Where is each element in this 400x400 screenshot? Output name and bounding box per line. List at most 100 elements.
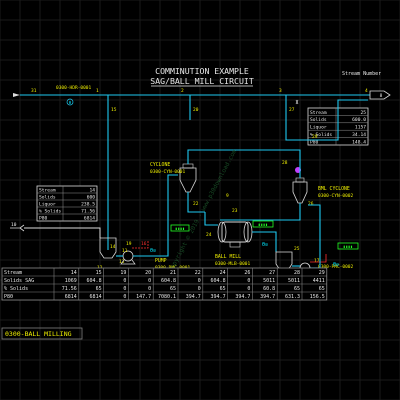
table-cell: 71.56: [62, 286, 77, 292]
stream-label-23: 23: [232, 208, 238, 214]
cyclone-label: CYCLONE: [150, 162, 170, 168]
stream-label-29: 29: [312, 134, 318, 140]
stream-label-24: 24: [206, 232, 212, 238]
info-box-label: Stream: [310, 110, 327, 116]
info-box-value: 6814: [84, 215, 95, 221]
ball-mill-meter-icon: Θ⊝: [262, 242, 268, 248]
hdr-tag: 0300-HDR-0001: [56, 85, 92, 91]
info-box-label: Solids: [310, 117, 327, 123]
sag-pump-run-icon: ▮▮▮▮: [175, 226, 185, 231]
table-header-cell: 27: [269, 270, 275, 276]
stream-label-25: 25: [294, 246, 300, 252]
table-header-cell: 19: [120, 270, 126, 276]
bml-pump-meter-icon: Θ⊝: [333, 262, 339, 268]
bml-sump[interactable]: [275, 251, 293, 271]
table-header-cell: 21: [170, 270, 176, 276]
bml-pump-run-icon: ▮▮▮▮: [343, 244, 353, 249]
table-cell: 7080.1: [158, 294, 176, 300]
table-cell: 631.3: [285, 294, 300, 300]
table-header-cell: 14: [71, 270, 77, 276]
ball-mill[interactable]: [217, 221, 253, 248]
table-header-cell: 24: [220, 270, 226, 276]
table-cell: 0: [198, 278, 201, 284]
table-cell: 6814: [65, 294, 77, 300]
table-cell: 0: [123, 286, 126, 292]
stream-label-3: 3: [279, 88, 282, 94]
info-box-value: 25: [360, 110, 366, 116]
pump-label: PUMP: [155, 258, 167, 264]
table-cell: 604.8: [87, 278, 102, 284]
stream-label-27: 27: [289, 107, 295, 113]
stream-label-11: 11: [122, 248, 128, 254]
table-row-label: Solids SAG: [4, 278, 34, 284]
info-box-label: Liquor: [310, 125, 327, 131]
info-box-value: 34.14: [352, 132, 366, 138]
table-row-label: % Solids: [4, 286, 28, 292]
table-cell: 394.7: [211, 294, 226, 300]
table-header-cell: 28: [294, 270, 300, 276]
info-box-value: 14: [89, 187, 95, 193]
pipe-mill-feed: [204, 212, 218, 226]
table-header-cell: 15: [96, 270, 102, 276]
table-cell: 1069: [65, 278, 77, 284]
table-cell: 0: [247, 278, 250, 284]
info-box-value: 238.5: [81, 201, 95, 207]
table-cell: 4411: [313, 278, 325, 284]
info-box-label: Stream: [39, 187, 56, 193]
stream-label-20: 20: [193, 107, 199, 113]
table-cell: 65: [319, 286, 325, 292]
info-box-value: 600.0: [352, 117, 366, 123]
pfd-canvas: COMMINUTION EXAMPLE SAG/BALL MILL CIRCUI…: [0, 0, 400, 400]
table-cell: 147.7: [136, 294, 151, 300]
stream-info-box-left: Stream 14 Solids 600 Liquor 238.5 % Solids 71.5…: [36, 185, 98, 222]
table-cell: 65: [96, 286, 102, 292]
table-cell: 0: [247, 286, 250, 292]
header-inlet-arrow: [13, 93, 20, 97]
table-header-cell: 22: [195, 270, 201, 276]
table-header-cell: 29: [319, 270, 325, 276]
table-cell: 0: [123, 294, 126, 300]
stream-label-28: 28: [282, 160, 288, 166]
ball-mill-label: BALL MILL: [215, 254, 241, 260]
table-cell: 0: [148, 286, 151, 292]
title-line-2: SAG/BALL MILL CIRCUIT: [150, 76, 254, 86]
bml-cyclone-tag: 0300-CYN-0002: [318, 193, 354, 199]
table-cell: 60.8: [263, 286, 275, 292]
title-line-1: COMMINUTION EXAMPLE: [155, 66, 249, 76]
stream-label-26: 26: [308, 201, 314, 207]
stream-label-17: 17: [314, 258, 320, 264]
table-cell: 394.7: [235, 294, 250, 300]
table-cell: 5011: [288, 278, 300, 284]
stream-label-10: 10: [11, 222, 17, 228]
stream-number-label: Stream Number: [342, 71, 381, 77]
stream-label-31: 31: [31, 88, 37, 94]
flow-meter-symbol: Θ: [69, 100, 72, 105]
stream-label-19: 19: [126, 241, 132, 247]
stream-label-8: 8: [380, 93, 383, 99]
table-header-cell: 20: [145, 270, 151, 276]
table-cell: 65: [170, 286, 176, 292]
table-row-label: P80: [4, 294, 13, 300]
ball-mill-tag: 0300-MLB-0001: [215, 261, 251, 267]
stream-summary-table: Stream 14 15 19 20 21 22 24 26 27 28 29 Solids SAG 10…: [1, 267, 328, 301]
cyclone-tag: 0300-CYN-0001: [150, 169, 186, 175]
sag-pump-meter-icon: Θ⊝: [150, 248, 156, 254]
ball-mill-run-icon: ▮▮▮▮: [258, 222, 268, 227]
table-cell: 156.5: [310, 294, 325, 300]
table-cell: 6814: [90, 294, 102, 300]
table-cell: 65: [294, 286, 300, 292]
table-cell: 394.7: [186, 294, 201, 300]
table-cell: 0: [123, 278, 126, 284]
stream-label-2: 2: [181, 88, 184, 94]
table-cell: 0: [198, 286, 201, 292]
info-box-label: % Solids: [39, 208, 61, 214]
bml-cyclone-label: BML CYCLONE: [318, 186, 350, 192]
cyclone-1[interactable]: [179, 163, 197, 193]
header-pipe: 8: [13, 90, 391, 100]
table-cell: 65: [220, 286, 226, 292]
table-header-cell: 26: [244, 270, 250, 276]
info-box-value: 1157: [355, 125, 366, 131]
area-label[interactable]: 0300-BALL MILLING: [5, 330, 72, 338]
table-header-cell: Stream: [4, 270, 22, 276]
stream-label-16: 16: [141, 241, 147, 247]
